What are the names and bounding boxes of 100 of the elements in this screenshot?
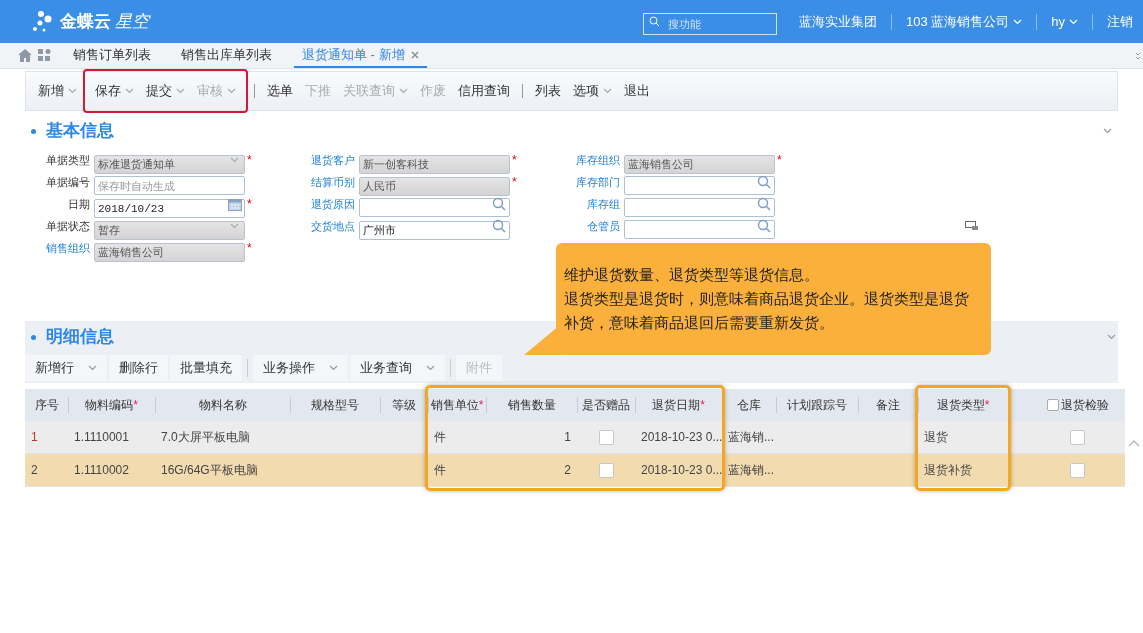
column-header[interactable]: 物料名称	[198, 396, 247, 414]
checkbox[interactable]	[598, 462, 614, 478]
required-mark: *	[700, 397, 705, 414]
checkbox[interactable]	[1070, 462, 1085, 478]
table-cell-text: 7.0大屏平板电脑	[160, 429, 251, 446]
table-cell-text: 1.1110002	[73, 462, 130, 479]
column-header[interactable]: 等级	[392, 396, 416, 414]
chevron-down-icon	[68, 88, 77, 94]
home-icon[interactable]	[18, 49, 32, 62]
table-cell-text: 1	[30, 429, 39, 446]
tab[interactable]: 退货通知单 - 新增	[294, 44, 427, 68]
lookup-field[interactable]	[624, 220, 775, 239]
checkbox[interactable]	[598, 429, 614, 445]
required-mark: *	[247, 196, 252, 213]
tooltip-text: 退货类型是退货时，则意味着商品退货企业。退货类型是退货补货，意味着商品退回后需要重新发货。	[564, 289, 970, 333]
table-cell-text: 2018-10-23 0...	[640, 429, 722, 446]
toolbar-button[interactable]: 信用查询	[452, 77, 516, 105]
toolbar-button[interactable]: 新增	[32, 77, 83, 105]
column-header[interactable]: 是否赠品	[582, 396, 630, 414]
brand-suffix: 星空	[115, 10, 149, 33]
toolbar-button[interactable]: 选项	[567, 77, 618, 105]
field-label[interactable]: 仓管员	[568, 217, 624, 235]
column-header[interactable]: 退货日期	[652, 396, 701, 414]
field-label: 日期	[67, 196, 91, 212]
field-label[interactable]: 库存组	[568, 195, 624, 213]
chevron-down-icon	[88, 365, 97, 371]
double-chevron-icon[interactable]	[1135, 52, 1141, 60]
table-row[interactable]: 1 1.1110001 7.0大屏平板电脑 件 1 2018-10-23 0... 蓝海销... 退货	[25, 421, 1125, 454]
column-header[interactable]: 物料编码	[85, 396, 134, 414]
field-label: 单据编号	[45, 174, 91, 190]
toolbar-button[interactable]: 业务操作	[253, 355, 348, 381]
tab[interactable]: 销售订单列表	[65, 44, 159, 68]
column-header[interactable]: 仓库	[737, 396, 761, 414]
search-icon[interactable]	[757, 174, 771, 189]
search-icon	[648, 15, 660, 27]
field-label[interactable]: 退货原因	[303, 195, 359, 213]
search-field[interactable]: 搜功能	[642, 12, 777, 35]
toolbar-button[interactable]: 列表	[529, 77, 567, 105]
table-cell-text: 蓝海销...	[727, 429, 775, 446]
toolbar-button[interactable]: 退出	[618, 77, 656, 105]
chevron-down-icon	[399, 88, 408, 94]
toolbar-button[interactable]: 选单	[261, 77, 299, 105]
search-icon[interactable]	[757, 218, 771, 233]
column-header[interactable]: 规格型号	[311, 396, 359, 414]
input-field[interactable]: 保存时自动生成	[94, 176, 245, 195]
table-cell-text: 1	[563, 429, 572, 446]
field-label[interactable]: 库存部门	[568, 173, 624, 191]
column-header[interactable]: 销售数量	[507, 396, 556, 414]
chevron-down-icon	[426, 365, 435, 371]
field-label: 单据状态	[45, 218, 91, 234]
required-mark: *	[512, 174, 517, 191]
chevron-down-icon	[329, 365, 338, 371]
required-mark: *	[984, 397, 990, 414]
tab[interactable]: 销售出库单列表	[173, 44, 280, 68]
checkbox[interactable]	[1070, 429, 1085, 445]
tooltip-text: 维护退货数量、退货类型等退货信息。	[564, 265, 820, 285]
table-cell-text: 2018-10-23 0...	[640, 462, 722, 479]
field-label: 单据类型	[45, 152, 91, 168]
scroll-up-icon[interactable]	[1128, 439, 1140, 447]
chevron-down-icon	[603, 88, 612, 94]
section-title[interactable]: 基本信息	[46, 118, 114, 144]
search-icon[interactable]	[492, 196, 506, 211]
table-cell-text: 1.1110001	[73, 429, 130, 446]
chevron-down-icon	[230, 156, 239, 163]
required-mark: *	[478, 397, 484, 414]
monitor-icon[interactable]	[965, 221, 979, 231]
column-header[interactable]: 序号	[34, 396, 59, 414]
table-cell-text: 件	[433, 429, 447, 446]
toolbar-button[interactable]: 批量填充	[170, 355, 242, 381]
column-header[interactable]: 退货检验	[1060, 396, 1109, 414]
chevron-down-icon	[227, 88, 236, 94]
toolbar-button[interactable]: 业务查询	[350, 355, 445, 381]
calendar-icon[interactable]	[228, 197, 242, 211]
required-mark: *	[133, 397, 138, 414]
checkbox[interactable]	[1046, 399, 1059, 411]
field-label[interactable]: 交货地点	[303, 217, 359, 235]
column-header[interactable]: 备注	[876, 396, 900, 414]
chevron-down-icon	[176, 88, 185, 94]
lookup-field[interactable]: 广州市	[359, 220, 510, 240]
date-field[interactable]: 2018/10/23	[94, 199, 245, 218]
lookup-field[interactable]	[624, 176, 775, 195]
table-cell-text: 2	[30, 462, 39, 479]
table-cell-text: 蓝海销...	[727, 462, 775, 479]
lookup-field[interactable]	[359, 198, 510, 217]
column-header[interactable]: 销售单位	[430, 396, 479, 414]
column-header[interactable]: 退货类型	[936, 396, 985, 414]
search-icon[interactable]	[757, 196, 771, 211]
close-icon[interactable]	[410, 51, 419, 59]
table-row[interactable]: 2 1.1110002 16G/64G平板电脑 件 2 2018-10-23 0... 蓝海销... 退货补货	[25, 454, 1125, 487]
lookup-field[interactable]	[624, 198, 775, 217]
chevron-down-icon	[1107, 334, 1116, 340]
column-header[interactable]: 计划跟踪号	[787, 396, 847, 414]
search-icon[interactable]	[492, 218, 506, 233]
required-mark: *	[777, 152, 782, 169]
toolbar-button[interactable]: 新增行	[25, 355, 107, 381]
toolbar-button[interactable]: 删除行	[109, 355, 168, 381]
table-cell-text: 退货	[923, 429, 949, 446]
chevron-down-icon	[1013, 18, 1023, 25]
grid-icon[interactable]	[38, 49, 51, 62]
chevron-down-icon	[1103, 128, 1112, 134]
